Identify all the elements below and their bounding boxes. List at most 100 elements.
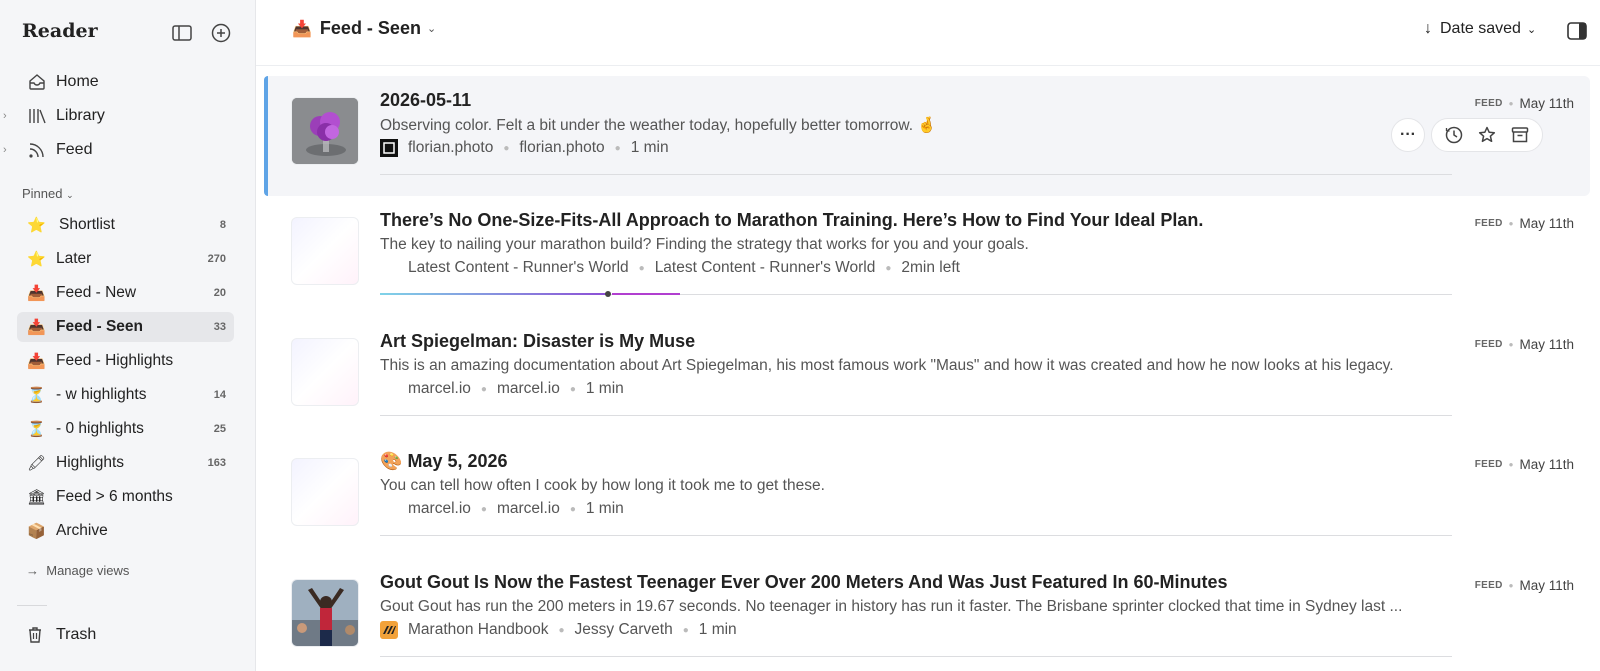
source-tag: FEED	[1474, 98, 1503, 109]
library-icon	[26, 105, 48, 127]
hourglass-icon: ⏳	[27, 387, 46, 404]
site-favicon-icon	[380, 621, 398, 639]
reading-progress-bar	[612, 293, 680, 295]
document-author: marcel.io	[496, 500, 560, 517]
document-row[interactable]: Gout Gout Is Now the Fastest Teenager Ev…	[264, 558, 1590, 671]
document-author: marcel.io	[496, 380, 560, 397]
chevron-down-icon: ⌄	[1526, 23, 1537, 36]
reading-progress-marker	[605, 291, 611, 297]
document-title[interactable]: 🎨 May 5, 2026	[380, 451, 508, 472]
document-title[interactable]: Gout Gout Is Now the Fastest Teenager Ev…	[380, 572, 1228, 593]
more-actions-button[interactable]: ···	[1391, 118, 1425, 152]
sidebar-view-0-highlights[interactable]: ⏳ - 0 highlights 25	[17, 414, 234, 444]
view-count: 8	[219, 219, 226, 231]
document-site: Marathon Handbook	[408, 621, 549, 638]
document-tag: FEED ● May 11th	[1474, 457, 1574, 472]
document-tag: FEED ● May 11th	[1474, 96, 1574, 111]
document-thumbnail	[291, 458, 359, 526]
trash-icon	[29, 627, 41, 643]
document-row[interactable]: 2026-05-11 Observing color. Felt a bit u…	[264, 76, 1590, 196]
document-site: florian.photo	[408, 139, 494, 156]
sidebar-divider	[17, 605, 47, 606]
document-description: Gout Gout has run the 200 meters in 19.6…	[380, 598, 1403, 615]
chevron-down-icon: ⌄	[426, 23, 437, 35]
home-icon	[26, 71, 48, 93]
document-row[interactable]: There’s No One-Size-Fits-All Approach to…	[264, 196, 1590, 316]
document-description: The key to nailing your marathon build? …	[380, 236, 1029, 253]
document-meta: florian.photo ● florian.photo ● 1 min	[380, 138, 669, 158]
document-description: You can tell how often I cook by how lon…	[380, 477, 825, 494]
chevron-right-icon[interactable]: ›	[3, 110, 7, 122]
document-row[interactable]: Art Spiegelman: Disaster is My Muse This…	[264, 317, 1590, 437]
manage-views-link[interactable]: → Manage views	[26, 563, 129, 578]
app-title: Reader	[22, 20, 98, 42]
saved-date: May 11th	[1519, 337, 1574, 352]
document-thumbnail	[291, 579, 359, 647]
document-meta: marcel.io ● marcel.io ● 1 min	[408, 380, 624, 397]
star-icon[interactable]	[1477, 125, 1497, 145]
view-label: Feed - New	[56, 284, 137, 301]
source-tag: FEED	[1474, 580, 1503, 591]
archive-icon[interactable]	[1510, 125, 1530, 145]
reading-time: 1 min	[630, 139, 669, 156]
add-icon[interactable]	[210, 22, 232, 44]
row-actions	[1431, 118, 1543, 152]
view-count: 270	[207, 253, 226, 265]
document-thumbnail	[291, 217, 359, 285]
saved-date: May 11th	[1519, 96, 1574, 111]
source-tag: FEED	[1474, 339, 1503, 350]
row-divider	[380, 535, 1452, 536]
view-label: Feed > 6 months	[56, 488, 173, 505]
sidebar-view-archive[interactable]: 📦 Archive	[17, 516, 234, 546]
sidebar-toggle-icon[interactable]	[171, 22, 193, 44]
inbox-tray-icon: 📥	[27, 319, 46, 336]
document-description: Observing color. Felt a bit under the we…	[380, 117, 937, 134]
saved-date: May 11th	[1519, 457, 1574, 472]
document-site: marcel.io	[408, 380, 471, 397]
row-divider	[380, 415, 1452, 416]
sidebar-view-feed-seen[interactable]: 📥 Feed - Seen 33	[17, 312, 234, 342]
view-label: Highlights	[56, 454, 125, 471]
sidebar-item-feed[interactable]: › Feed	[0, 133, 256, 167]
view-label: Feed - Seen	[56, 318, 143, 335]
top-bar: 📥 Feed - Seen ⌄ ↓ Date saved ⌄	[256, 0, 1600, 66]
row-divider	[380, 656, 1452, 657]
reading-time: 1 min	[585, 380, 624, 397]
document-site: marcel.io	[408, 500, 471, 517]
clock-icon[interactable]	[1444, 125, 1464, 145]
building-icon: 🏛	[27, 489, 47, 506]
right-panel-toggle-icon[interactable]	[1566, 20, 1588, 42]
sidebar-view-later[interactable]: ⭐ Later 270	[17, 244, 234, 274]
sidebar-item-library[interactable]: › Library	[0, 99, 256, 133]
reading-time: 2min left	[901, 259, 960, 276]
document-meta: marcel.io ● marcel.io ● 1 min	[408, 500, 624, 517]
sort-dropdown[interactable]: ↓ Date saved ⌄	[1424, 20, 1536, 38]
sidebar-view-feed-6-months[interactable]: 🏛 Feed > 6 months	[17, 482, 234, 512]
sidebar-view-feed-highlights[interactable]: 📥 Feed - Highlights	[17, 346, 234, 376]
sort-arrow-icon: ↓	[1424, 20, 1432, 37]
inbox-tray-icon: 📥	[292, 20, 312, 38]
inbox-tray-icon: 📥	[27, 353, 46, 370]
sidebar-view-shortlist[interactable]: ⭐ Shortlist 8	[17, 210, 234, 240]
source-tag: FEED	[1474, 218, 1503, 229]
document-title[interactable]: There’s No One-Size-Fits-All Approach to…	[380, 210, 1203, 231]
sidebar-item-trash[interactable]: Trash	[26, 620, 96, 650]
sidebar-item-home[interactable]: Home	[0, 65, 256, 99]
view-switcher[interactable]: 📥 Feed - Seen ⌄	[292, 18, 436, 39]
chevron-right-icon[interactable]: ›	[3, 144, 7, 156]
pinned-section-header[interactable]: Pinned ⌄	[22, 186, 74, 201]
sidebar-view-highlights[interactable]: 🖍 Highlights 163	[17, 448, 234, 478]
document-row[interactable]: 🎨 May 5, 2026 You can tell how often I c…	[264, 437, 1590, 557]
star-icon: ⭐	[27, 217, 46, 234]
document-title[interactable]: Art Spiegelman: Disaster is My Muse	[380, 331, 695, 352]
star-icon: ⭐	[27, 251, 46, 268]
sidebar-view-w-highlights[interactable]: ⏳ - w highlights 14	[17, 380, 234, 410]
document-title[interactable]: 2026-05-11	[380, 90, 471, 111]
view-count: 163	[207, 457, 226, 469]
reading-time: 1 min	[698, 621, 737, 638]
sidebar-view-feed-new[interactable]: 📥 Feed - New 20	[17, 278, 234, 308]
arrow-right-icon: →	[26, 563, 39, 578]
reading-progress-bar	[380, 293, 606, 295]
document-author: Latest Content - Runner's World	[654, 259, 876, 276]
saved-date: May 11th	[1519, 216, 1574, 231]
